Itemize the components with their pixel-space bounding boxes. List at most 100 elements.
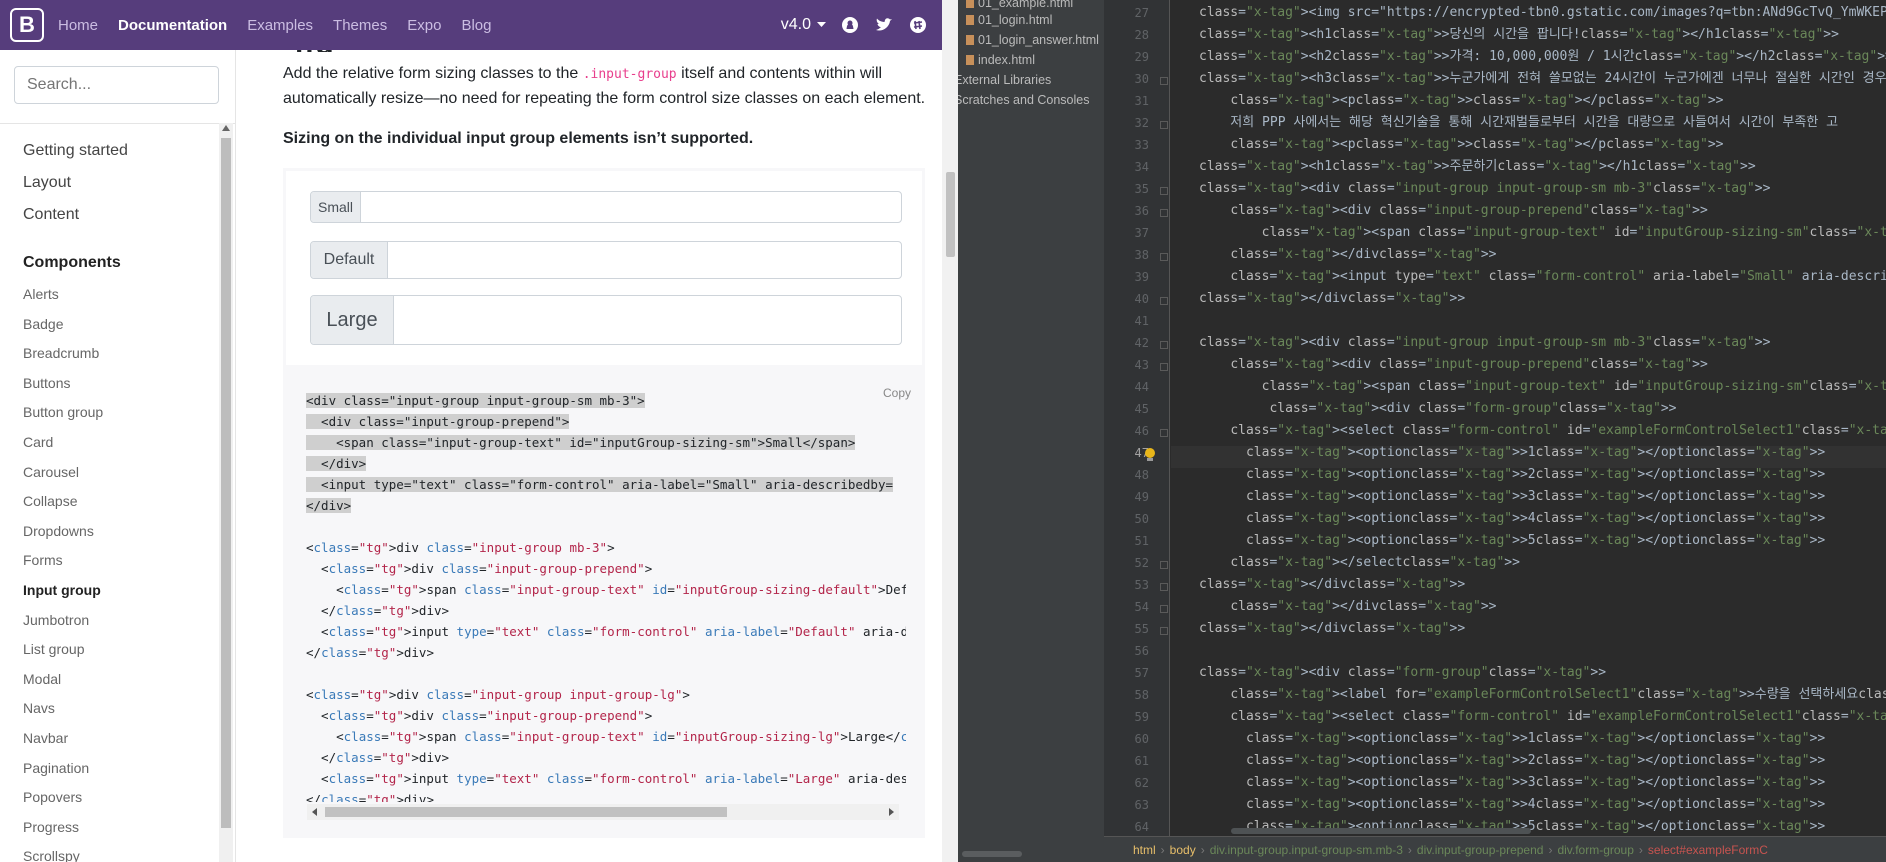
fold-marker-icon[interactable] [1160, 363, 1168, 371]
sidebar-item-scrollspy[interactable]: Scrollspy [23, 848, 80, 862]
input-small[interactable] [361, 192, 901, 222]
fold-marker-icon[interactable] [1160, 429, 1168, 437]
sidebar-item-popovers[interactable]: Popovers [23, 789, 82, 805]
code-editor[interactable]: class="x-tag"><img src="https://encrypte… [1171, 0, 1886, 836]
scroll-up-arrow-icon[interactable] [222, 125, 230, 131]
github-icon[interactable] [840, 15, 860, 35]
code-scroll-thumb[interactable] [325, 807, 727, 817]
sidebar-item-button-group[interactable]: Button group [23, 404, 103, 420]
fold-marker-icon[interactable] [1160, 605, 1168, 613]
sidebar-item-collapse[interactable]: Collapse [23, 493, 77, 509]
line-number: 48 [1134, 468, 1149, 482]
bootstrap-logo[interactable]: B [10, 8, 44, 42]
breadcrumb-item[interactable]: div.form-group [1552, 843, 1638, 857]
fold-marker-icon[interactable] [1160, 121, 1168, 129]
input-default[interactable] [388, 242, 901, 278]
nav-blog[interactable]: Blog [461, 17, 491, 34]
nav-themes[interactable]: Themes [333, 17, 387, 34]
sidebar-scroll-thumb[interactable] [221, 138, 231, 828]
editor-scrollbar[interactable] [1171, 826, 1886, 836]
nav-expo[interactable]: Expo [407, 17, 441, 34]
fold-marker-icon[interactable] [1160, 561, 1168, 569]
project-node[interactable]: Scratches and Consoles [958, 93, 1090, 107]
editor-line: class="x-tag"><div class="form-group"cla… [1199, 665, 1607, 680]
fold-marker-icon[interactable] [1160, 583, 1168, 591]
breadcrumb-item[interactable]: html [1128, 843, 1161, 857]
html-file-icon [966, 55, 974, 65]
fold-marker-icon[interactable] [1160, 341, 1168, 349]
project-item-label: External Libraries [958, 73, 1052, 87]
breadcrumb-item[interactable]: select#exampleFormC [1643, 843, 1773, 857]
sidebar-item-alerts[interactable]: Alerts [23, 286, 59, 302]
sidebar-item-navbar[interactable]: Navbar [23, 730, 68, 746]
sidebar-item-list-group[interactable]: List group [23, 641, 84, 657]
line-number: 40 [1134, 292, 1149, 306]
fold-marker-icon[interactable] [1160, 297, 1168, 305]
code-line: <class="tg">span class="input-group-text… [306, 729, 906, 744]
sidebar-item-pagination[interactable]: Pagination [23, 760, 89, 776]
editor-scroll-thumb[interactable] [1231, 828, 1531, 834]
project-file[interactable]: 01_login_answer.html [966, 33, 1099, 47]
project-scrollbar[interactable] [958, 848, 1104, 860]
breadcrumb-item[interactable]: div.input-group-prepend [1412, 843, 1549, 857]
fold-marker-icon[interactable] [1160, 77, 1168, 85]
code-horizontal-scrollbar[interactable] [307, 804, 899, 820]
page-scrollbar[interactable] [942, 0, 958, 862]
editor-line: class="x-tag"><h1class="x-tag">>당신의 시간을 … [1199, 27, 1839, 42]
fold-marker-icon[interactable] [1160, 209, 1168, 217]
line-number: 29 [1134, 50, 1149, 64]
fold-marker-icon[interactable] [1160, 253, 1168, 261]
sidebar-scrollbar[interactable] [219, 123, 233, 862]
sidebar-item-buttons[interactable]: Buttons [23, 375, 70, 391]
code-line: <div class="input-group input-group-sm m… [306, 393, 645, 408]
fold-marker-icon[interactable] [1160, 627, 1168, 635]
line-number: 44 [1134, 380, 1149, 394]
lightbulb-icon[interactable] [1144, 448, 1156, 462]
breadcrumb-item[interactable]: div.input-group.input-group-sm.mb-3 [1205, 843, 1408, 857]
sidebar-item-modal[interactable]: Modal [23, 671, 61, 687]
code-line: </class="tg">div> [306, 792, 434, 802]
scroll-left-arrow-icon[interactable] [312, 808, 317, 816]
input-large[interactable] [394, 296, 901, 344]
sidebar-item-forms[interactable]: Forms [23, 552, 63, 568]
breadcrumb-item[interactable]: body [1165, 843, 1201, 857]
sidebar-item-breadcrumb[interactable]: Breadcrumb [23, 345, 99, 361]
fold-marker-icon[interactable] [1160, 187, 1168, 195]
line-number: 39 [1134, 270, 1149, 284]
sidebar-item-progress[interactable]: Progress [23, 819, 79, 835]
slack-icon[interactable] [908, 15, 928, 35]
sidebar-group-getting-started[interactable]: Getting started [23, 142, 128, 160]
nav-home[interactable]: Home [58, 17, 98, 34]
project-node[interactable]: External Libraries [958, 73, 1051, 87]
sidebar-group-content[interactable]: Content [23, 206, 79, 224]
nav-documentation[interactable]: Documentation [118, 17, 227, 34]
project-scroll-thumb[interactable] [962, 851, 1022, 857]
sidebar-item-navs[interactable]: Navs [23, 700, 55, 716]
code-lines[interactable]: <div class="input-group input-group-sm m… [306, 390, 906, 802]
project-file[interactable]: 01_login.html [966, 13, 1052, 27]
project-file[interactable]: 01_example.html [966, 0, 1073, 10]
version-dropdown[interactable]: v4.0 [781, 16, 826, 34]
sizing-note: Sizing on the individual input group ele… [283, 130, 754, 147]
lead-text-1: Add the relative form sizing classes to … [283, 65, 583, 82]
sidebar-group-components[interactable]: Components [23, 254, 121, 272]
editor-breadcrumbs: html › body › div.input-group.input-group-sm… [1104, 836, 1886, 862]
sidebar-item-card[interactable]: Card [23, 434, 53, 450]
nav-examples[interactable]: Examples [247, 17, 313, 34]
sidebar-group-layout[interactable]: Layout [23, 174, 71, 192]
page-scroll-thumb[interactable] [946, 172, 955, 257]
sidebar-item-jumbotron[interactable]: Jumbotron [23, 612, 89, 628]
line-number: 55 [1134, 622, 1149, 636]
project-file[interactable]: index.html [966, 53, 1035, 67]
sidebar-item-dropdowns[interactable]: Dropdowns [23, 523, 94, 539]
sidebar-item-input-group[interactable]: Input group [23, 582, 101, 598]
sidebar-item-carousel[interactable]: Carousel [23, 464, 79, 480]
sidebar-item-badge[interactable]: Badge [23, 316, 63, 332]
twitter-icon[interactable] [874, 15, 894, 35]
line-number: 60 [1134, 732, 1149, 746]
lead-paragraph: Add the relative form sizing classes to … [283, 62, 931, 111]
search-input[interactable] [14, 66, 219, 104]
editor-line: class="x-tag"><optionclass="x-tag">>3cla… [1245, 775, 1826, 790]
code-snippet: Copy <div class="input-group input-group… [283, 368, 925, 838]
scroll-right-arrow-icon[interactable] [889, 808, 894, 816]
